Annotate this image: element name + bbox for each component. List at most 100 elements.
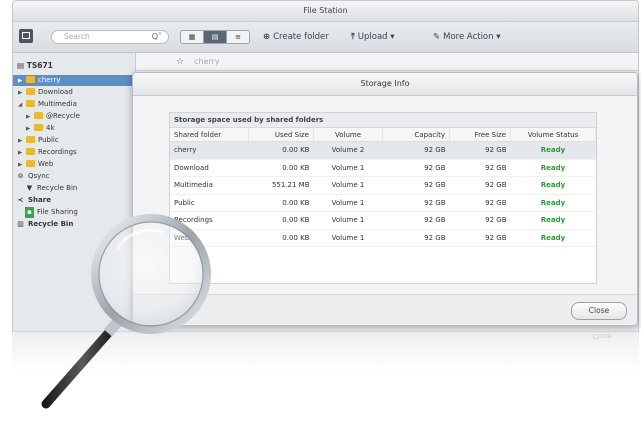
sidebar-item-label: Recordings: [38, 148, 77, 156]
cell-folder: Public: [170, 194, 249, 212]
chevron-right-icon: ▶: [18, 138, 23, 144]
sidebar-item-share[interactable]: ≺ Share: [13, 195, 135, 206]
cell-capacity: 92 GB: [382, 159, 450, 177]
cell-free: 92 GB: [449, 229, 511, 247]
sidebar-item-recycle[interactable]: ▶ @Recycle: [13, 111, 135, 122]
sidebar-item-public[interactable]: ▶ Public: [13, 135, 135, 146]
thumbnail-view-icon[interactable]: ▦: [181, 31, 204, 43]
cell-capacity: 92 GB: [382, 229, 450, 247]
upload-button[interactable]: ⤒ Upload ▾: [351, 30, 395, 44]
folder-icon: [34, 112, 43, 119]
table-row[interactable]: Public 0.00 KB Volume 1 92 GB 92 GB Read…: [170, 194, 596, 212]
search-icon[interactable]: Q˅: [152, 31, 162, 43]
cell-volume: Volume 2: [313, 141, 383, 160]
menu-icon[interactable]: [19, 29, 33, 43]
table-row[interactable]: Web 0.00 KB Volume 1 92 GB 92 GB Ready: [170, 229, 596, 247]
reflection: [12, 331, 639, 371]
sidebar-item-label: File Sharing: [37, 208, 78, 216]
cell-folder: Download: [170, 159, 249, 177]
panel-title: Storage space used by shared folders: [170, 113, 596, 128]
dialog-title: Storage Info: [133, 73, 637, 96]
chevron-right-icon: ▶: [18, 90, 23, 96]
cell-capacity: 92 GB: [382, 211, 450, 230]
cell-status: Ready: [510, 211, 596, 230]
sidebar-item-label: Recycle Bin: [37, 184, 78, 192]
chevron-right-icon: ▶: [18, 162, 23, 168]
sidebar-item-recordings[interactable]: ▶ Recordings: [13, 147, 135, 158]
toolbar: Search Q˅ ▦ ▤ ≡ ⊕ Create folder ⤒ Upload ▾…: [13, 22, 638, 53]
sidebar-item-label: Public: [38, 136, 59, 144]
column-header[interactable]: Shared folder: [170, 128, 249, 142]
close-button-reflection: Close: [592, 332, 612, 340]
list-view-icon[interactable]: ▤: [204, 31, 227, 43]
file-sharing-icon: ▪: [25, 207, 34, 218]
sidebar-item-qsync-recycle-bin[interactable]: ▼ Recycle Bin: [13, 183, 135, 194]
folder-icon: [26, 160, 35, 167]
folder-icon: [26, 148, 35, 155]
more-action-button[interactable]: ✎ More Action ▾: [433, 30, 501, 44]
table-header-row: Shared folder Used Size Volume Capacity …: [170, 128, 596, 142]
cell-free: 92 GB: [449, 194, 511, 212]
sidebar-item-label: @Recycle: [46, 112, 80, 120]
cell-folder: Recordings: [170, 211, 249, 230]
nas-icon: ▤: [17, 61, 25, 70]
table-row[interactable]: cherry 0.00 KB Volume 2 92 GB 92 GB Read…: [170, 141, 596, 160]
details-view-icon[interactable]: ≡: [227, 31, 249, 43]
sidebar-item-4k[interactable]: ▶ 4k: [13, 123, 135, 134]
path-bar: ☆ cherry: [136, 53, 638, 71]
table-row[interactable]: Recordings 0.00 KB Volume 1 92 GB 92 GB …: [170, 211, 596, 230]
cell-folder: Web: [170, 229, 249, 247]
sidebar-item-web[interactable]: ▶ Web: [13, 159, 135, 170]
star-icon[interactable]: ☆: [176, 53, 184, 71]
column-header[interactable]: Capacity: [382, 128, 450, 142]
cell-free: 92 GB: [449, 211, 511, 230]
sidebar-item-recycle-bin[interactable]: ▥ Recycle Bin: [13, 219, 135, 230]
upload-label: Upload: [357, 32, 388, 42]
close-button[interactable]: Close: [571, 302, 627, 320]
cell-volume: Volume 1: [313, 211, 383, 230]
search-input[interactable]: Search Q˅: [51, 30, 169, 44]
storage-info-dialog: Storage Info Storage space used by share…: [132, 72, 638, 326]
chevron-right-icon: ▶: [18, 78, 23, 84]
chevron-right-icon: ▶: [26, 114, 31, 120]
cell-used: 0.00 KB: [248, 194, 314, 212]
chevron-right-icon: ▶: [26, 126, 31, 132]
column-header[interactable]: Free Size: [449, 128, 511, 142]
wrench-icon: ✎: [433, 32, 441, 42]
cell-status: Ready: [510, 176, 596, 195]
folder-icon: [26, 76, 35, 83]
folder-icon: [26, 136, 35, 143]
cell-free: 92 GB: [449, 159, 511, 177]
sidebar: ▤ TS671 ▶ cherry ▶ Download ◢ Multimedia ▶ @…: [13, 53, 136, 331]
folder-icon: [34, 124, 43, 131]
cell-status: Ready: [510, 229, 596, 247]
cell-free: 92 GB: [449, 141, 511, 160]
cell-used: 0.00 KB: [248, 159, 314, 177]
sidebar-item-file-sharing[interactable]: ▪ File Sharing: [13, 207, 135, 218]
create-folder-button[interactable]: ⊕ Create folder: [263, 30, 329, 44]
column-header[interactable]: Used Size: [248, 128, 314, 142]
cell-used: 0.00 KB: [248, 229, 314, 247]
cell-volume: Volume 1: [313, 194, 383, 212]
current-path: cherry: [194, 57, 220, 66]
share-icon: ≺: [17, 196, 24, 204]
column-header[interactable]: Volume Status: [510, 128, 596, 142]
nas-header[interactable]: ▤ TS671: [13, 59, 135, 73]
cell-folder: Multimedia: [170, 176, 249, 195]
chevron-down-icon: ▾: [496, 32, 501, 42]
sidebar-item-multimedia[interactable]: ◢ Multimedia: [13, 99, 135, 110]
column-header[interactable]: Volume: [313, 128, 383, 142]
cell-used: 0.00 KB: [248, 141, 314, 160]
view-mode-switch: ▦ ▤ ≡: [180, 30, 250, 44]
chevron-right-icon: ▶: [18, 150, 23, 156]
sidebar-item-download[interactable]: ▶ Download: [13, 87, 135, 98]
table-row[interactable]: Multimedia 551.21 MB Volume 1 92 GB 92 G…: [170, 176, 596, 195]
table-row[interactable]: Download 0.00 KB Volume 1 92 GB 92 GB Re…: [170, 159, 596, 177]
sidebar-item-cherry[interactable]: ▶ cherry: [13, 75, 135, 86]
storage-table: Shared folder Used Size Volume Capacity …: [170, 128, 596, 247]
cell-volume: Volume 1: [313, 159, 383, 177]
trash-icon: ▼: [26, 184, 33, 192]
sidebar-item-qsync[interactable]: ⊚ Qsync: [13, 171, 135, 182]
trash-icon: ▥: [17, 220, 24, 228]
cell-folder: cherry: [170, 141, 249, 160]
